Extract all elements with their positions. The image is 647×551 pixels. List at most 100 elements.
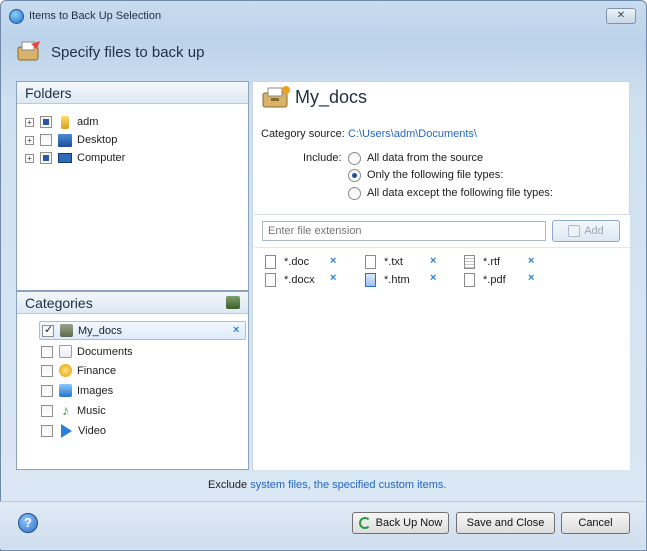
file-types-box <box>254 214 630 470</box>
music-icon: ♪ <box>62 402 69 418</box>
category-item-finance[interactable]: Finance <box>39 361 246 380</box>
folder-tree-item-adm[interactable]: + adm <box>25 114 98 130</box>
exclude-prefix: Exclude <box>208 479 248 491</box>
exclude-system-files-link[interactable]: system files, <box>250 479 311 491</box>
divider <box>254 247 630 248</box>
close-button[interactable]: ✕ <box>606 8 636 24</box>
category-item-documents[interactable]: Documents <box>39 342 246 361</box>
remove-file-type-icon[interactable]: × <box>330 255 336 267</box>
remove-file-type-icon[interactable]: × <box>330 272 336 284</box>
folder-checkbox[interactable] <box>40 152 52 164</box>
my-docs-icon <box>60 324 73 337</box>
category-name: My_docs <box>295 87 368 107</box>
category-source-label: Category source: <box>261 128 345 140</box>
computer-icon <box>58 153 72 163</box>
web-file-icon <box>365 273 376 287</box>
expand-icon[interactable]: + <box>25 117 34 127</box>
folder-checkbox[interactable] <box>40 116 52 128</box>
category-checkbox[interactable] <box>41 404 53 417</box>
cancel-button[interactable]: Cancel <box>561 512 630 534</box>
back-up-now-label: Back Up Now <box>375 517 443 529</box>
category-checkbox[interactable] <box>41 364 53 377</box>
remove-file-type-icon[interactable]: × <box>528 255 534 267</box>
header: Specify files to back up <box>1 31 646 73</box>
category-checkbox[interactable] <box>42 323 54 337</box>
file-type-item: *.htm <box>365 272 410 288</box>
file-type-label: *.htm <box>384 274 410 286</box>
file-type-label: *.doc <box>284 256 310 268</box>
document-file-icon <box>265 255 276 269</box>
my-docs-category-icon <box>262 86 290 108</box>
window-title: Items to Back Up Selection <box>29 10 162 22</box>
exclude-custom-items-link[interactable]: the specified custom items. <box>314 479 447 491</box>
documents-icon <box>59 345 72 358</box>
option-only-types[interactable]: Only the following file types: <box>348 168 503 182</box>
video-icon <box>61 423 72 438</box>
add-label: Add <box>584 225 604 237</box>
file-extension-input[interactable] <box>262 221 546 241</box>
radio-all-except[interactable] <box>348 186 361 200</box>
rtf-file-icon <box>464 255 475 269</box>
images-icon <box>59 384 72 397</box>
desktop-folder-icon <box>58 133 72 147</box>
file-type-item: *.docx <box>265 272 315 288</box>
category-label: Images <box>77 384 114 397</box>
expand-icon[interactable]: + <box>25 153 34 163</box>
category-item-my-docs[interactable]: My_docs <box>39 321 246 340</box>
folder-label: Computer <box>77 152 126 164</box>
file-type-label: *.txt <box>384 256 403 268</box>
category-checkbox[interactable] <box>41 384 53 397</box>
text-file-icon <box>365 255 376 269</box>
categories-panel: Categories My_docs × Documents Finance I… <box>16 291 249 470</box>
category-item-video[interactable]: Video <box>39 421 246 440</box>
pdf-file-icon <box>464 273 475 287</box>
help-icon[interactable]: ? <box>18 513 38 533</box>
file-type-item: *.txt <box>365 254 403 270</box>
folders-title: Folders <box>17 82 248 104</box>
category-source-link[interactable]: C:\Users\adm\Documents\ <box>348 128 477 140</box>
file-type-label: *.docx <box>284 274 315 286</box>
backup-files-icon <box>17 41 40 61</box>
remove-category-icon[interactable]: × <box>233 324 239 336</box>
backup-refresh-icon <box>358 517 371 529</box>
category-checkbox[interactable] <box>41 424 53 437</box>
radio-only-types[interactable] <box>348 168 361 182</box>
remove-file-type-icon[interactable]: × <box>430 255 436 267</box>
page-title: Specify files to back up <box>51 44 205 61</box>
option-all-except[interactable]: All data except the following file types… <box>348 186 553 200</box>
save-and-close-button[interactable]: Save and Close <box>456 512 555 534</box>
category-label: Music <box>77 404 106 417</box>
category-item-images[interactable]: Images <box>39 381 246 400</box>
category-label: My_docs <box>78 324 123 337</box>
expand-icon[interactable]: + <box>25 135 34 145</box>
file-type-item: *.doc <box>265 254 309 270</box>
folder-checkbox[interactable] <box>40 134 52 146</box>
categories-title: Categories <box>17 292 248 314</box>
add-extension-button[interactable]: Add <box>552 220 620 242</box>
document-file-icon <box>265 273 276 287</box>
back-up-now-button[interactable]: Back Up Now <box>352 512 449 534</box>
category-label: Documents <box>77 345 133 358</box>
option-all-data[interactable]: All data from the source <box>348 151 483 165</box>
option-label: All data from the source <box>367 152 484 164</box>
file-type-item: *.pdf <box>464 272 506 288</box>
option-label: Only the following file types: <box>367 169 504 181</box>
remove-file-type-icon[interactable]: × <box>430 272 436 284</box>
file-type-label: *.rtf <box>483 256 501 268</box>
folder-label: Desktop <box>77 134 118 146</box>
folder-tree-item-computer[interactable]: + Computer <box>25 150 125 166</box>
remove-file-type-icon[interactable]: × <box>528 272 534 284</box>
finance-icon <box>59 364 72 377</box>
file-type-label: *.pdf <box>483 274 506 286</box>
category-checkbox[interactable] <box>41 345 53 358</box>
radio-all-data[interactable] <box>348 151 361 165</box>
exclude-line: Exclude system files, the specified cust… <box>208 479 446 491</box>
category-item-music[interactable]: ♪ Music <box>39 401 246 420</box>
include-label: Include: <box>303 152 342 164</box>
folder-label: adm <box>77 116 99 128</box>
add-icon <box>568 225 581 237</box>
option-label: All data except the following file types… <box>367 187 553 199</box>
add-category-icon[interactable] <box>226 296 240 309</box>
category-label: Finance <box>77 364 117 377</box>
folder-tree-item-desktop[interactable]: + Desktop <box>25 132 117 148</box>
